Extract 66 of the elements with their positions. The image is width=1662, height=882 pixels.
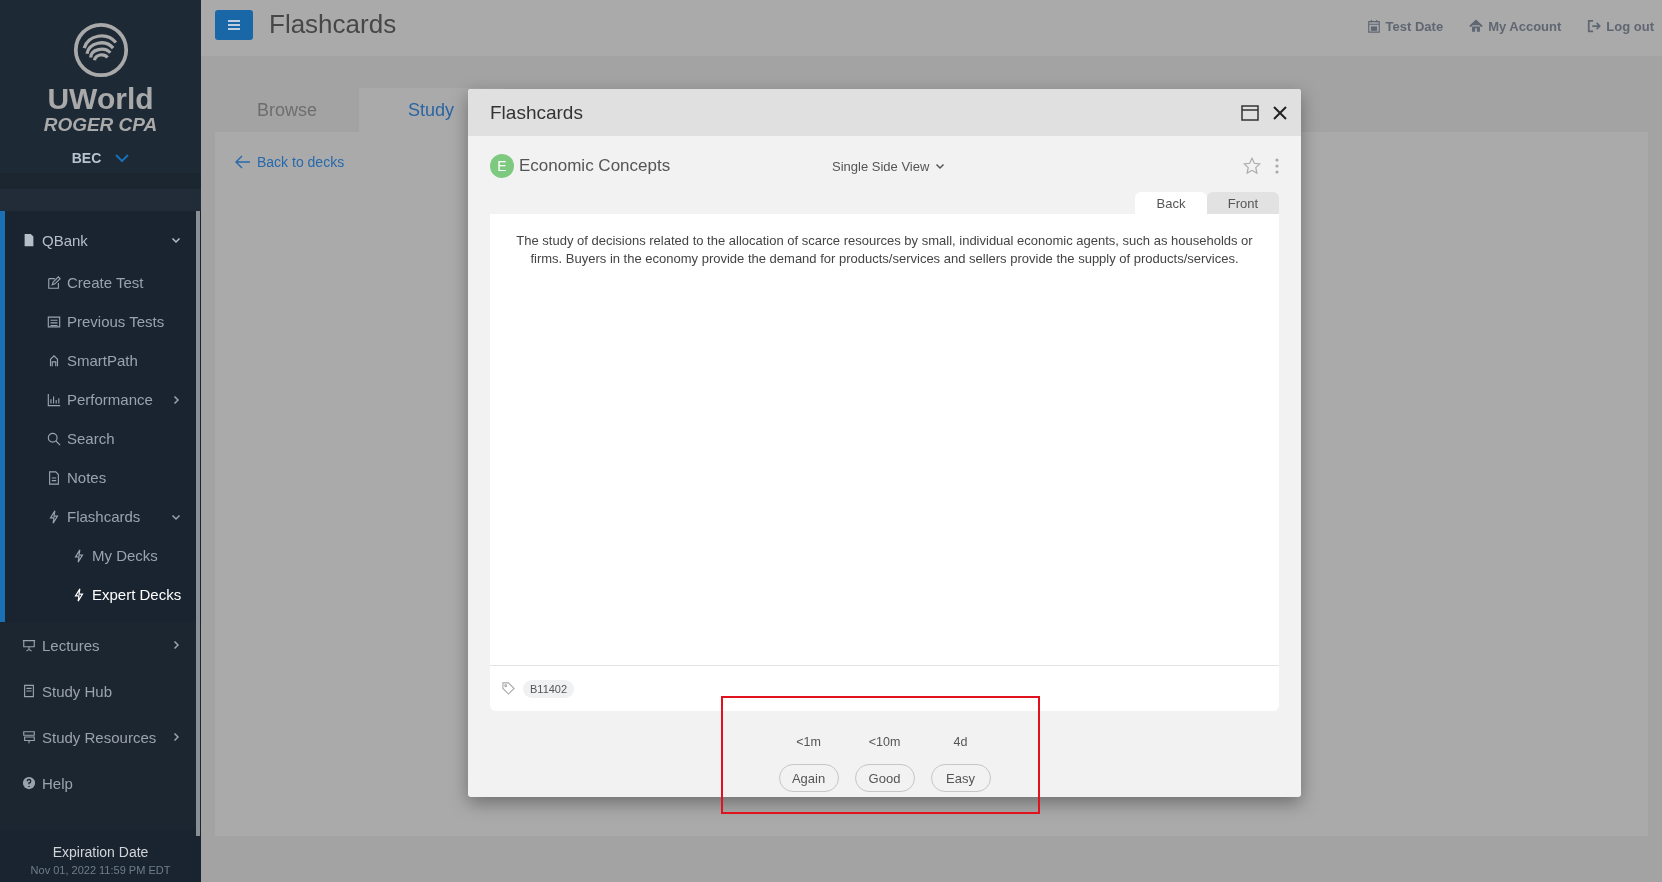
bolt-icon <box>47 509 61 524</box>
answer-button[interactable]: Again <box>778 764 839 792</box>
chevron-down-icon <box>935 161 946 171</box>
bar-chart-icon <box>47 392 61 407</box>
bolt-icon <box>72 587 86 602</box>
brand-name: UWorld <box>47 84 154 114</box>
sidebar-item[interactable]: Previous Tests <box>5 302 201 341</box>
chevron-down-icon <box>171 235 181 245</box>
edit-icon <box>47 275 61 290</box>
card-side-tab[interactable]: Front <box>1207 192 1279 214</box>
path-icon <box>47 353 61 368</box>
view-selector[interactable]: Single Side View <box>832 158 946 174</box>
sidebar-item[interactable]: Performance <box>5 380 201 419</box>
section-selector[interactable]: BEC <box>71 150 130 166</box>
chevron-right-icon <box>171 640 181 650</box>
sidebar-item[interactable]: Search <box>5 419 201 458</box>
bolt-icon <box>72 548 86 563</box>
star-icon[interactable] <box>1243 157 1261 175</box>
sidebar-item[interactable]: Expert Decks <box>5 575 201 614</box>
sidebar-item[interactable]: Study Hub <box>0 668 201 714</box>
scrollbar-thumb[interactable] <box>196 211 200 836</box>
interval-label: <10m <box>868 735 901 749</box>
search-icon <box>47 431 61 446</box>
menu-button[interactable] <box>215 10 253 40</box>
sidebar-item[interactable]: Study Resources <box>0 714 201 760</box>
close-icon[interactable] <box>1273 105 1287 120</box>
logout-icon <box>1587 19 1602 33</box>
sidebar-item[interactable]: Create Test <box>5 263 201 302</box>
interval-label: <1m <box>796 735 821 749</box>
sidebar-item[interactable]: SmartPath <box>5 341 201 380</box>
sidebar-item[interactable]: My Decks <box>5 536 201 575</box>
interval-label: 4d <box>953 735 968 749</box>
list-icon <box>47 314 61 329</box>
page-title: Flashcards <box>269 8 398 40</box>
deck-name: Economic Concepts <box>519 156 671 176</box>
tag-chip[interactable]: B11402 <box>523 679 575 698</box>
expiration-label: Expiration Date <box>51 844 150 860</box>
answer-button[interactable]: Good <box>854 764 915 792</box>
chevron-right-icon <box>171 394 181 405</box>
note-icon <box>47 470 61 485</box>
arrow-left-icon <box>235 155 251 169</box>
card-side-tab[interactable]: Back <box>1135 192 1207 214</box>
calendar-icon <box>1366 19 1381 33</box>
home-icon <box>1469 19 1484 33</box>
sidebar-item[interactable]: Help <box>0 760 201 806</box>
menu-icon <box>228 20 240 30</box>
book-icon <box>22 684 36 698</box>
sidebar-item[interactable]: Notes <box>5 458 201 497</box>
swirl-logo-icon <box>72 22 129 78</box>
brand-subtitle: ROGER CPA <box>43 114 158 136</box>
signpost-icon <box>22 730 36 744</box>
deck-badge: E <box>490 154 514 178</box>
tag-icon <box>502 682 515 695</box>
help-icon <box>22 776 36 790</box>
sidebar-item[interactable]: Flashcards <box>5 497 201 536</box>
presenter-icon <box>22 638 36 652</box>
answer-button[interactable]: Easy <box>930 764 991 792</box>
card-text: The study of decisions related to the allocation of scarce resources by small, individual economic agents, such as households or firms. Buyers in the economy provide the demand for products/services and sellers provide the supply of products/services. <box>515 232 1254 268</box>
doc-icon <box>22 233 36 247</box>
sidebar-item[interactable]: Lectures <box>0 622 201 668</box>
maximize-icon[interactable] <box>1241 104 1259 121</box>
chevron-right-icon <box>171 732 181 742</box>
chevron-down-icon <box>115 153 130 163</box>
sidebar-item[interactable]: QBank <box>5 217 201 263</box>
more-icon[interactable] <box>1275 158 1279 174</box>
expiration-date: Nov 01, 2022 11:59 PM EDT <box>29 864 172 876</box>
